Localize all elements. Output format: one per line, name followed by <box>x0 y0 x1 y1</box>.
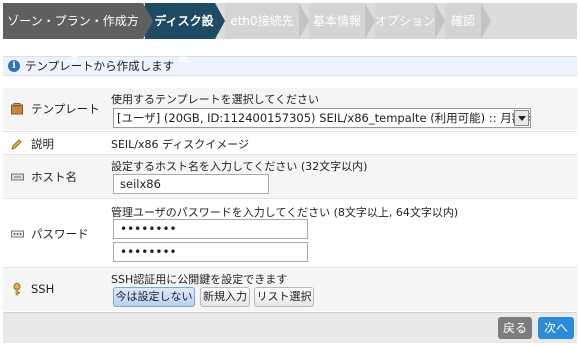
wizard-step-arrow <box>143 3 153 39</box>
wizard-step-label: 基本情報 <box>312 14 361 28</box>
info-icon: i <box>8 60 20 72</box>
hostname-row: ホスト名 設定するホスト名を入力してください (32文字以内) seilx86 <box>3 155 577 198</box>
password-confirm-input[interactable]: •••••••• <box>113 242 308 262</box>
template-select[interactable]: [ユーザ] (20GB, ID:112400157305) SEIL/x86_t… <box>113 108 531 128</box>
password-input[interactable]: •••••••• <box>113 219 308 239</box>
password-label: パスワード <box>11 226 89 242</box>
hostname-label-text: ホスト名 <box>31 170 77 184</box>
wizard-step-disk[interactable]: ディスク設定 <box>153 3 215 64</box>
wizard-step-basic-info[interactable]: 基本情報 <box>309 3 365 39</box>
key-icon <box>11 283 25 296</box>
wizard-step-label: 確認 <box>450 14 475 28</box>
wizard-step-label: eth0接続先 <box>230 14 294 28</box>
ssh-label-text: SSH <box>31 282 55 296</box>
wizard-step-eth0[interactable]: eth0接続先 <box>225 3 299 39</box>
wizard-step-arrow <box>481 3 491 39</box>
description-value: SEIL/x86 ディスクイメージ <box>111 138 250 151</box>
chevron-down-icon[interactable] <box>514 110 529 126</box>
wizard-step-options[interactable]: オプション <box>375 3 435 39</box>
hostname-label: ホスト名 <box>11 169 77 185</box>
ssh-option-list-button[interactable]: リスト選択 <box>254 287 314 307</box>
wizard-steps: ゾーン・プラン・作成方法 ディスク設定 eth0接続先 基本情報 オプション 確… <box>3 3 577 64</box>
ssh-label: SSH <box>11 282 54 296</box>
wizard-step-arrow <box>299 3 309 39</box>
wizard-step-arrow <box>435 3 445 39</box>
pencil-icon <box>11 138 25 150</box>
wizard-step-zone-plan[interactable]: ゾーン・プラン・作成方法 <box>3 3 143 64</box>
description-label: 説明 <box>11 136 54 152</box>
template-icon <box>11 103 25 115</box>
wizard-step-arrow <box>365 3 375 39</box>
template-row: テンプレート 使用するテンプレートを選択してください [ユーザ] (20GB, … <box>3 88 577 130</box>
back-button[interactable]: 戻る <box>498 317 532 339</box>
info-bar: i テンプレートから作成します <box>3 56 577 76</box>
ssh-option-skip-button[interactable]: 今は設定しない <box>113 287 195 307</box>
password-row: パスワード 管理ユーザのパスワードを入力してください (8文字以上, 64文字以… <box>3 199 577 267</box>
description-row: 説明 SEIL/x86 ディスクイメージ <box>3 132 577 154</box>
template-label: テンプレート <box>11 101 100 117</box>
wizard-step-arrow <box>215 3 225 39</box>
password-label-text: パスワード <box>31 227 89 241</box>
hostname-input[interactable]: seilx86 <box>113 174 269 194</box>
description-label-text: 説明 <box>31 137 54 151</box>
next-button[interactable]: 次へ <box>538 317 574 339</box>
wizard-step-confirm[interactable]: 確認 <box>445 3 481 39</box>
info-text: テンプレートから作成します <box>25 59 175 73</box>
footer-bar: 戻る 次へ <box>3 312 577 343</box>
hostname-hint: 設定するホスト名を入力してください (32文字以内) <box>111 160 368 173</box>
template-hint: 使用するテンプレートを選択してください <box>111 93 320 106</box>
ssh-row: SSH SSH認証用に公開鍵を設定できます 今は設定しない 新規入力 リスト選択 <box>3 268 577 311</box>
template-select-value: [ユーザ] (20GB, ID:112400157305) SEIL/x86_t… <box>117 111 530 125</box>
ssh-option-new-button[interactable]: 新規入力 <box>200 287 250 307</box>
password-hint: 管理ユーザのパスワードを入力してください (8文字以上, 64文字以内) <box>111 206 459 219</box>
wizard-step-label: オプション <box>375 14 436 28</box>
key-pad-icon <box>11 228 25 240</box>
host-icon <box>11 171 25 183</box>
ssh-hint: SSH認証用に公開鍵を設定できます <box>111 273 288 286</box>
template-label-text: テンプレート <box>31 102 100 116</box>
